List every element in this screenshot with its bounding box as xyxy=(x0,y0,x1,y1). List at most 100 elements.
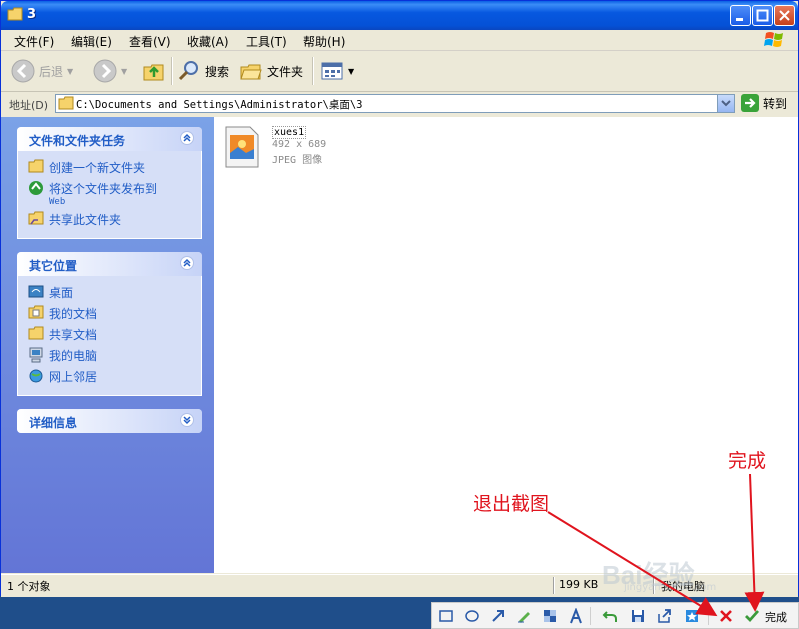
status-size: 199 KB xyxy=(559,578,599,591)
address-path: C:\Documents and Settings\Administrator\… xyxy=(76,99,363,111)
toolbar-separator xyxy=(312,57,314,85)
address-input[interactable]: C:\Documents and Settings\Administrator\… xyxy=(55,94,735,113)
address-bar: 地址(D) C:\Documents and Settings\Administ… xyxy=(1,92,798,116)
chevron-down-icon xyxy=(721,100,731,107)
menu-tools[interactable]: 工具(T) xyxy=(246,33,287,50)
place-label: 共享文档 xyxy=(49,328,98,342)
other-places-panel: 其它位置 桌面 我的文档 共享文档 我的电脑 网上邻居 xyxy=(17,252,202,396)
address-label: 地址(D) xyxy=(9,99,49,112)
my-computer-icon xyxy=(29,347,43,363)
done-button-label[interactable]: 完成 xyxy=(765,609,787,625)
folders-button[interactable]: 文件夹 xyxy=(239,58,303,84)
menu-view[interactable]: 查看(V) xyxy=(129,33,171,50)
folders-icon xyxy=(240,64,262,80)
task-label: 创建一个新文件夹 xyxy=(49,161,146,175)
undo-icon[interactable] xyxy=(602,608,618,624)
menu-help[interactable]: 帮助(H) xyxy=(303,33,345,50)
back-button[interactable]: 后退 ▼ xyxy=(11,58,73,84)
place-my-documents[interactable]: 我的文档 xyxy=(18,303,201,324)
share-icon[interactable] xyxy=(656,608,672,624)
details-header[interactable]: 详细信息 xyxy=(17,409,202,433)
arrow-tool-icon[interactable] xyxy=(490,608,506,624)
up-folder-button[interactable] xyxy=(142,58,166,84)
jpeg-image-icon xyxy=(225,126,259,168)
save-icon[interactable] xyxy=(630,608,646,624)
task-label: 将这个文件夹发布到 xyxy=(49,182,158,196)
file-folder-tasks-panel: 文件和文件夹任务 创建一个新文件夹 将这个文件夹发布到 Web 共享此文件夹 xyxy=(17,127,202,239)
place-label: 我的电脑 xyxy=(49,349,98,363)
search-button[interactable]: 搜索 xyxy=(177,58,229,84)
new-folder-icon xyxy=(28,159,44,173)
explorer-window: 3 文件(F) 编辑(E) 查看(V) 收藏(A) 工具(T) 帮助(H) 后退… xyxy=(0,0,799,597)
views-button[interactable]: ▼ xyxy=(320,58,354,84)
exit-annotation-label: 退出截图 xyxy=(473,493,550,515)
my-documents-icon xyxy=(28,305,44,319)
toolbar-separator xyxy=(171,57,173,85)
task-new-folder[interactable]: 创建一个新文件夹 xyxy=(18,157,201,178)
go-button[interactable]: 转到 xyxy=(741,94,787,112)
shared-documents-icon xyxy=(28,326,44,340)
cancel-x-icon[interactable] xyxy=(718,608,734,624)
rectangle-tool-icon[interactable] xyxy=(438,608,454,624)
go-label: 转到 xyxy=(763,96,788,111)
file-folder-tasks-header[interactable]: 文件和文件夹任务 xyxy=(17,127,202,151)
menu-edit[interactable]: 编辑(E) xyxy=(71,33,112,50)
title-bar[interactable]: 3 xyxy=(1,1,798,30)
status-object-count: 1 个对象 xyxy=(7,580,51,593)
go-arrow-icon xyxy=(741,94,759,112)
toolbar-separator xyxy=(708,607,709,625)
back-arrow-icon xyxy=(11,59,35,83)
maximize-button[interactable] xyxy=(752,5,773,26)
menu-bar: 文件(F) 编辑(E) 查看(V) 收藏(A) 工具(T) 帮助(H) xyxy=(1,30,798,51)
place-my-computer[interactable]: 我的电脑 xyxy=(18,345,201,366)
views-dropdown-icon: ▼ xyxy=(348,66,355,76)
forward-button[interactable]: ▼ xyxy=(93,58,127,84)
place-network[interactable]: 网上邻居 xyxy=(18,366,201,387)
ellipse-tool-icon[interactable] xyxy=(464,608,480,624)
baidu-watermark-url: jingyan.baidu.com xyxy=(624,582,717,593)
back-dropdown-icon: ▼ xyxy=(67,66,74,76)
collapse-chevron-icon[interactable] xyxy=(180,256,194,270)
expand-chevron-icon[interactable] xyxy=(180,413,194,427)
window-title: 3 xyxy=(27,7,37,22)
search-icon xyxy=(178,61,198,81)
pin-icon[interactable] xyxy=(684,608,700,624)
panel-title: 其它位置 xyxy=(29,259,78,273)
task-pane: 文件和文件夹任务 创建一个新文件夹 将这个文件夹发布到 Web 共享此文件夹 其… xyxy=(1,117,214,573)
task-publish-web[interactable]: 将这个文件夹发布到 Web xyxy=(18,178,201,209)
minimize-button[interactable] xyxy=(730,5,751,26)
status-divider xyxy=(553,577,555,594)
address-dropdown-button[interactable] xyxy=(717,95,734,112)
folder-up-icon xyxy=(143,64,164,81)
place-desktop[interactable]: 桌面 xyxy=(18,282,201,303)
text-tool-icon[interactable] xyxy=(568,608,584,624)
place-shared-documents[interactable]: 共享文档 xyxy=(18,324,201,345)
place-label: 网上邻居 xyxy=(49,370,98,384)
collapse-chevron-icon[interactable] xyxy=(180,131,194,145)
menu-favorites[interactable]: 收藏(A) xyxy=(187,33,229,50)
menu-file[interactable]: 文件(F) xyxy=(14,33,54,50)
folder-icon xyxy=(58,96,74,110)
publish-web-icon xyxy=(29,181,43,195)
search-label: 搜索 xyxy=(205,64,230,79)
panel-title: 文件和文件夹任务 xyxy=(29,134,126,148)
close-icon xyxy=(779,10,790,21)
place-label: 我的文档 xyxy=(49,307,98,321)
desktop-icon xyxy=(28,285,44,298)
screenshot-toolbar: 完成 xyxy=(431,602,799,629)
file-dimensions: 492 x 689 xyxy=(272,139,327,150)
mosaic-tool-icon[interactable] xyxy=(542,608,558,624)
file-type: JPEG 图像 xyxy=(272,155,323,166)
toolbar-separator xyxy=(590,607,591,625)
check-icon[interactable] xyxy=(744,608,760,624)
folder-icon xyxy=(7,7,23,21)
pen-tool-icon[interactable] xyxy=(516,608,532,624)
close-button[interactable] xyxy=(774,5,795,26)
panel-title: 详细信息 xyxy=(29,416,78,430)
task-share-folder[interactable]: 共享此文件夹 xyxy=(18,209,201,230)
task-label: 共享此文件夹 xyxy=(49,213,122,227)
folders-label: 文件夹 xyxy=(267,64,304,79)
file-name[interactable]: xues1 xyxy=(272,126,307,139)
task-sublabel: Web xyxy=(49,197,66,207)
other-places-header[interactable]: 其它位置 xyxy=(17,252,202,276)
